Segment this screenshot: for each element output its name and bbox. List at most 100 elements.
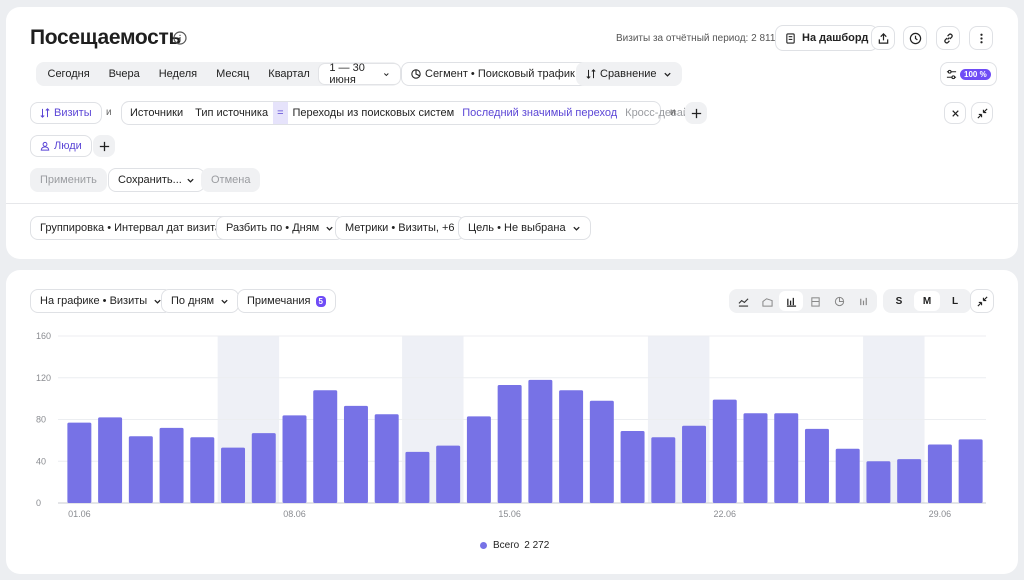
period-month[interactable]: Месяц [207,64,259,84]
plus-icon [99,141,109,151]
bar[interactable] [466,416,491,503]
cancel-button[interactable]: Отмена [201,168,261,192]
filter-operator[interactable]: = [273,102,288,124]
date-range-picker[interactable]: 1 — 30 июня [319,62,400,86]
add-filter-button[interactable] [685,102,707,124]
period-week[interactable]: Неделя [149,64,206,84]
bar[interactable] [497,385,522,503]
bar[interactable] [282,415,307,503]
people-filter-chip[interactable]: Люди [30,135,92,157]
bar[interactable] [835,448,860,503]
chart-type-line[interactable] [731,291,755,311]
bar[interactable] [159,427,184,503]
history-button[interactable] [903,26,927,50]
size-s-button[interactable]: S [886,291,912,311]
plus-icon [691,108,701,118]
chart-detail-selector[interactable]: По дням [161,289,240,313]
bar[interactable] [190,437,215,503]
bar[interactable] [897,459,922,503]
period-selector: Сегодня Вчера Неделя Месяц Квартал 1 — 3… [36,62,400,86]
bar[interactable] [743,413,768,503]
bar[interactable] [221,447,246,503]
bar[interactable] [559,390,584,503]
chevron-down-icon [572,226,580,231]
chart-detail-label: По дням [171,295,215,307]
segment-selector[interactable]: Сегмент • Поисковый трафик [401,62,600,86]
bar[interactable] [98,417,123,503]
chart-type-pie[interactable] [827,291,851,311]
comparison-label: Сравнение [600,68,657,80]
split-label: Разбить по • Дням [226,222,320,234]
bar[interactable] [712,399,737,503]
bar[interactable] [804,428,829,503]
chevron-down-icon [221,299,228,304]
add-people-filter-button[interactable] [93,135,115,157]
chart-legend[interactable]: Всего 2 272 [480,540,549,551]
bar[interactable] [128,436,153,503]
more-button[interactable] [969,26,993,50]
period-today[interactable]: Сегодня [38,64,99,84]
split-selector[interactable]: Разбить по • Дням [216,216,345,240]
save-button[interactable]: Сохранить... [108,168,205,192]
bar[interactable] [374,414,399,503]
bar[interactable] [343,405,368,503]
notes-count-badge: 5 [315,295,326,307]
filter-value: Переходы из поисковых систем [292,107,455,119]
bar[interactable] [927,444,952,503]
bar[interactable] [251,433,276,503]
share-link-button[interactable] [936,26,960,50]
visits-filter-chip[interactable]: Визиты [30,102,102,124]
attribution-selector[interactable]: Последний значимый переход [462,107,617,119]
chart-type-bar[interactable] [779,291,803,311]
legend-marker [480,542,487,549]
bar[interactable] [620,430,645,503]
bar[interactable] [313,390,338,503]
chart-type-stacked[interactable] [803,291,827,311]
size-m-button[interactable]: M [914,291,940,311]
x-tick-label: 22.06 [714,509,737,519]
link-icon [943,33,953,43]
clear-filters-button[interactable] [944,102,966,124]
bar[interactable] [436,445,461,503]
size-l-button[interactable]: L [942,291,968,311]
y-tick-label: 120 [36,373,51,383]
clock-icon [909,32,921,44]
filter-condition[interactable]: Источники Тип источника = Переходы из по… [121,101,694,125]
comparison-selector[interactable]: Сравнение [576,62,682,86]
notes-button[interactable]: Примечания 5 [237,289,336,313]
bar[interactable] [774,413,799,503]
apply-button[interactable]: Применить [30,168,107,192]
y-tick-label: 0 [36,498,41,508]
visits-filter-label: Визиты [54,107,92,119]
bar[interactable] [67,422,92,503]
to-dashboard-label: На дашборд [802,32,869,44]
collapse-icon [976,295,988,307]
to-dashboard-button[interactable]: На дашборд [775,25,879,51]
bar[interactable] [589,400,614,503]
metrics-button[interactable]: Метрики • Визиты, +6 [335,216,465,240]
chevron-down-icon [187,178,194,183]
legend-total: 2 272 [524,540,550,551]
legend-series-name: Всего [493,540,520,551]
goal-selector[interactable]: Цель • Не выбрана [458,216,591,240]
chart-metric-selector[interactable]: На графике • Визиты [30,289,173,313]
sampling-button[interactable]: 100 % [940,62,997,86]
report-settings-panel: Посещаемость Визиты за отчётный период: … [6,7,1018,259]
bar[interactable] [682,425,707,503]
line-chart-icon [738,297,748,307]
bar[interactable] [958,439,983,503]
period-yesterday[interactable]: Вчера [99,64,149,84]
bar[interactable] [528,379,553,503]
export-button[interactable] [871,26,895,50]
visits-bar-chart: 0 40 80 120 160 01.06 08.06 15.06 22.06 29.06 [36,331,986,519]
grouping-button[interactable]: Группировка • Интервал дат визита [30,216,232,240]
chart-type-area[interactable] [755,291,779,311]
collapse-filters-button[interactable] [971,102,993,124]
chart-type-percent[interactable] [851,291,875,311]
bar[interactable] [866,461,891,503]
bar[interactable] [651,437,676,503]
info-icon[interactable] [173,31,187,50]
bar[interactable] [405,451,430,503]
collapse-chart-button[interactable] [970,289,994,313]
period-quarter[interactable]: Квартал [259,64,320,84]
